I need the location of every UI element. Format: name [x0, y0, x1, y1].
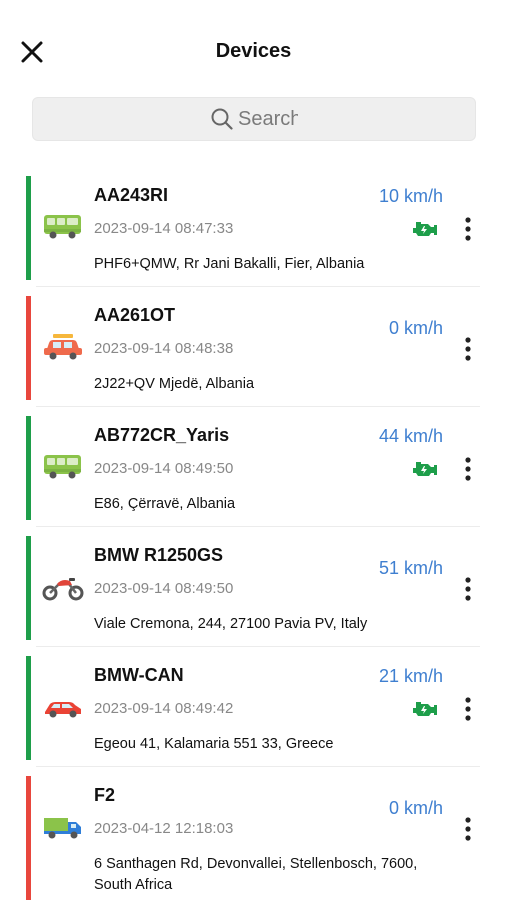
more-options-button[interactable]: [458, 696, 478, 722]
device-address: 2J22+QV Mjedë, Albania: [94, 376, 255, 392]
device-timestamp: 2023-09-14 08:49:50: [94, 580, 234, 597]
device-list: AA243RI 2023-09-14 08:47:33 PHF6+QMW, Rr…: [0, 176, 507, 900]
device-name: F2: [94, 785, 116, 805]
device-timestamp: 2023-09-14 08:49:50: [94, 460, 234, 477]
more-options-button[interactable]: [458, 816, 478, 842]
device-speed: 51 km/h: [378, 558, 443, 578]
device-row[interactable]: AA261OT 2023-09-14 08:48:38 2J22+QV Mjed…: [0, 296, 507, 416]
status-bar: [26, 416, 31, 520]
device-row[interactable]: AA243RI 2023-09-14 08:47:33 PHF6+QMW, Rr…: [0, 176, 507, 296]
device-name: AA261OT: [94, 305, 176, 325]
truck-icon: [42, 812, 84, 842]
search-bar[interactable]: [32, 97, 476, 141]
status-bar: [26, 776, 31, 900]
device-speed: 0 km/h: [388, 318, 443, 338]
search-icon: [211, 108, 233, 130]
device-address: 6 Santhagen Rd, Devonvallei, Stellenbosc…: [94, 856, 418, 893]
device-name: BMW-CAN: [94, 665, 184, 685]
device-speed: 21 km/h: [378, 666, 443, 686]
device-speed: 0 km/h: [388, 798, 443, 818]
engine-icon: [411, 218, 439, 240]
device-row[interactable]: BMW R1250GS 2023-09-14 08:49:50 Viale Cr…: [0, 536, 507, 656]
device-timestamp: 2023-09-14 08:48:38: [94, 340, 234, 357]
device-speed: 44 km/h: [378, 426, 443, 446]
header: Devices: [0, 0, 507, 100]
more-options-button[interactable]: [458, 456, 478, 482]
divider: [36, 286, 480, 287]
taxi-icon: [42, 332, 84, 362]
device-timestamp: 2023-09-14 08:49:42: [94, 700, 234, 717]
device-address: PHF6+QMW, Rr Jani Bakalli, Fier, Albania: [94, 256, 365, 272]
status-bar: [26, 176, 31, 280]
more-options-button[interactable]: [458, 216, 478, 242]
device-row[interactable]: BMW-CAN 2023-09-14 08:49:42 Egeou 41, Ka…: [0, 656, 507, 776]
device-timestamp: 2023-09-14 08:47:33: [94, 220, 234, 237]
motorcycle-icon: [42, 572, 84, 602]
engine-icon: [411, 458, 439, 480]
device-timestamp: 2023-04-12 12:18:03: [94, 820, 234, 837]
divider: [36, 406, 480, 407]
device-speed: 10 km/h: [378, 186, 443, 206]
divider: [36, 526, 480, 527]
device-row[interactable]: AB772CR_Yaris 2023-09-14 08:49:50 E86, Ç…: [0, 416, 507, 536]
device-name: BMW R1250GS: [94, 545, 224, 565]
page-title: Devices: [215, 40, 292, 62]
bus-icon: [42, 452, 84, 482]
device-address: Viale Cremona, 244, 27100 Pavia PV, Ital…: [94, 616, 368, 632]
bus-icon: [42, 212, 84, 242]
status-bar: [26, 656, 31, 760]
device-name: AA243RI: [94, 185, 169, 205]
device-address: Egeou 41, Kalamaria 551 33, Greece: [94, 736, 334, 752]
status-bar: [26, 536, 31, 640]
device-row[interactable]: F2 2023-04-12 12:18:03 6 Santhagen Rd, D…: [0, 776, 507, 900]
device-name: AB772CR_Yaris: [94, 425, 230, 445]
engine-icon: [411, 698, 439, 720]
device-address: E86, Çërravë, Albania: [94, 496, 236, 512]
search-input[interactable]: [238, 107, 298, 131]
more-options-button[interactable]: [458, 576, 478, 602]
divider: [36, 766, 480, 767]
divider: [36, 646, 480, 647]
status-bar: [26, 296, 31, 400]
car-icon: [42, 692, 84, 722]
more-options-button[interactable]: [458, 336, 478, 362]
